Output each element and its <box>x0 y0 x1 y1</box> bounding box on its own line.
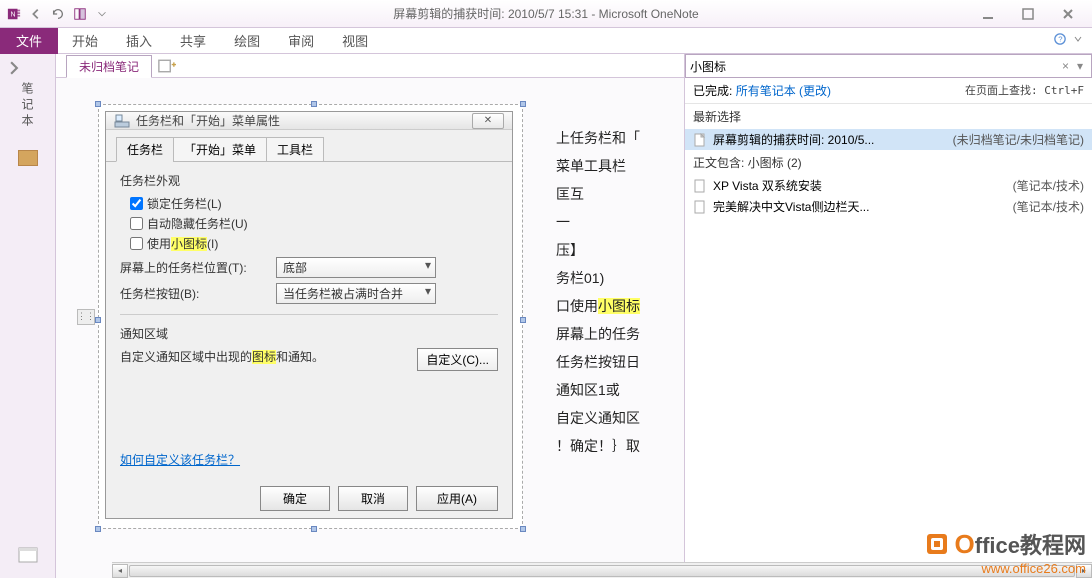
chevron-down-icon[interactable] <box>1072 33 1084 48</box>
horizontal-scrollbar[interactable]: ◂ ▸ <box>112 562 1092 578</box>
tab-review[interactable]: 审阅 <box>274 27 328 54</box>
tab-toolbars[interactable]: 工具栏 <box>266 137 324 162</box>
resize-handle[interactable] <box>311 526 317 532</box>
resize-handle[interactable] <box>520 101 526 107</box>
notebook-sidebar: 笔记本 <box>0 54 56 578</box>
watermark-brand: OOffice教程网ffice教程网 <box>923 528 1086 560</box>
resize-handle[interactable] <box>95 101 101 107</box>
notebook-label: 笔记本 <box>19 82 36 130</box>
position-label: 屏幕上的任务栏位置(T): <box>120 259 270 276</box>
dialog-close-icon[interactable]: ✕ <box>472 113 504 129</box>
tab-view[interactable]: 视图 <box>328 27 382 54</box>
checkbox-autohide-label: 自动隐藏任务栏(U) <box>147 215 248 232</box>
buttons-dropdown[interactable]: 当任务栏被占满时合并 <box>276 283 436 304</box>
checkbox-lock[interactable] <box>130 197 143 210</box>
help-icon[interactable]: ? <box>1054 33 1066 48</box>
title-bar: N 屏幕剪辑的捕获时间: 2010/5/7 15:31 - Microsoft … <box>0 0 1092 28</box>
expand-icon[interactable] <box>4 58 24 78</box>
close-icon[interactable] <box>1054 7 1082 21</box>
workspace: 笔记本 未归档笔记 ⋮⋮ 任务栏和「开始」菜单属性 ✕ <box>0 54 1092 578</box>
tab-taskbar[interactable]: 任务栏 <box>116 137 174 162</box>
unfiled-icon[interactable] <box>16 544 40 568</box>
checkbox-autohide[interactable] <box>130 217 143 230</box>
file-tab[interactable]: 文件 <box>0 28 58 54</box>
resize-handle[interactable] <box>311 101 317 107</box>
page-text-fragment: 上任务栏和「 菜单工具栏 匡互 一 压】 务栏01) 口使用小图标 屏幕上的任务… <box>556 124 640 460</box>
undo-icon[interactable] <box>48 4 68 24</box>
maximize-icon[interactable] <box>1014 7 1042 21</box>
dialog-body: 任务栏外观 锁定任务栏(L) 自动隐藏任务栏(U) 使用小图标(I) 屏幕上的任… <box>106 162 512 478</box>
resize-handle[interactable] <box>520 317 526 323</box>
search-scope-link[interactable]: 所有笔记本 (更改) <box>736 84 831 98</box>
scroll-left-icon[interactable]: ◂ <box>112 564 128 578</box>
dialog-tabs: 任务栏 「开始」菜单 工具栏 <box>106 130 512 162</box>
svg-text:?: ? <box>1058 35 1062 44</box>
search-result-item[interactable]: XP Vista 双系统安装 (笔记本/技术) <box>685 175 1092 196</box>
watermark-url: www.office26.com <box>981 561 1086 576</box>
resize-handle[interactable] <box>95 317 101 323</box>
dialog-buttons: 确定 取消 应用(A) <box>106 478 512 519</box>
back-icon[interactable] <box>26 4 46 24</box>
ribbon: 文件 开始 插入 共享 绘图 审阅 视图 ? <box>0 28 1092 54</box>
notebook-icon[interactable] <box>18 150 38 166</box>
position-dropdown[interactable]: 底部 <box>276 257 436 278</box>
quick-access-toolbar: N <box>0 4 116 24</box>
checkbox-smallicons-label: 使用小图标(I) <box>147 235 218 252</box>
note-container[interactable]: ⋮⋮ 任务栏和「开始」菜单属性 ✕ 任务栏 「开始」菜单 工具栏 <box>98 104 523 529</box>
group-notify-label: 通知区域 <box>120 325 498 342</box>
dock-icon[interactable] <box>70 4 90 24</box>
find-on-page-hint: 在页面上查找: Ctrl+F <box>965 82 1084 98</box>
customize-button[interactable]: 自定义(C)... <box>417 348 498 371</box>
page-canvas: 未归档笔记 ⋮⋮ 任务栏和「开始」菜单属性 ✕ 任务栏 「开始」菜单 <box>56 54 1092 578</box>
office-logo-icon <box>923 530 951 558</box>
minimize-icon[interactable] <box>974 7 1002 21</box>
buttons-label: 任务栏按钮(B): <box>120 285 270 302</box>
window-controls <box>974 7 1092 21</box>
taskbar-properties-dialog: 任务栏和「开始」菜单属性 ✕ 任务栏 「开始」菜单 工具栏 任务栏外观 锁定任务… <box>105 111 513 519</box>
tab-insert[interactable]: 插入 <box>112 27 166 54</box>
search-box: × ▾ <box>685 54 1092 78</box>
search-result-item[interactable]: 完美解决中文Vista侧边栏天... (笔记本/技术) <box>685 196 1092 217</box>
search-status: 已完成: 所有笔记本 (更改) 在页面上查找: Ctrl+F <box>685 78 1092 104</box>
dialog-title: 任务栏和「开始」菜单属性 <box>136 112 280 129</box>
section-tab-active[interactable]: 未归档笔记 <box>66 55 152 78</box>
tab-draw[interactable]: 绘图 <box>220 27 274 54</box>
checkbox-lock-label: 锁定任务栏(L) <box>147 195 222 212</box>
page-icon <box>693 200 707 214</box>
svg-text:N: N <box>11 11 16 18</box>
search-result-recent[interactable]: 屏幕剪辑的捕获时间: 2010/5... (未归档笔记/未归档笔记) <box>685 129 1092 150</box>
recent-label: 最新选择 <box>685 104 1092 129</box>
onenote-icon: N <box>4 4 24 24</box>
notify-text: 自定义通知区域中出现的图标和通知。 自定义(C)... <box>120 348 498 365</box>
search-input[interactable] <box>690 59 1058 73</box>
cancel-button[interactable]: 取消 <box>338 486 408 511</box>
tab-startmenu[interactable]: 「开始」菜单 <box>173 137 267 162</box>
dialog-titlebar: 任务栏和「开始」菜单属性 ✕ <box>106 112 512 130</box>
dropdown-icon[interactable] <box>92 4 112 24</box>
tab-home[interactable]: 开始 <box>58 27 112 54</box>
clear-search-icon[interactable]: × <box>1058 59 1073 73</box>
resize-handle[interactable] <box>95 526 101 532</box>
group-appearance-label: 任务栏外观 <box>120 172 498 189</box>
apply-button[interactable]: 应用(A) <box>416 486 498 511</box>
page-icon <box>693 133 707 147</box>
add-section-icon[interactable] <box>156 56 176 76</box>
window-title: 屏幕剪辑的捕获时间: 2010/5/7 15:31 - Microsoft On… <box>393 5 698 22</box>
note-grip-icon[interactable]: ⋮⋮ <box>77 309 95 325</box>
page-icon <box>693 179 707 193</box>
ok-button[interactable]: 确定 <box>260 486 330 511</box>
search-scope-dropdown-icon[interactable]: ▾ <box>1073 59 1087 73</box>
resize-handle[interactable] <box>520 526 526 532</box>
divider <box>120 314 498 315</box>
tab-share[interactable]: 共享 <box>166 27 220 54</box>
scroll-thumb[interactable] <box>129 565 1075 577</box>
search-results-panel: × ▾ 已完成: 所有笔记本 (更改) 在页面上查找: Ctrl+F 最新选择 … <box>684 54 1092 578</box>
help-link[interactable]: 如何自定义该任务栏？ <box>120 451 240 468</box>
checkbox-smallicons[interactable] <box>130 237 143 250</box>
body-contains-label: 正文包含: 小图标 (2) <box>685 150 1092 175</box>
taskbar-icon <box>114 113 130 129</box>
